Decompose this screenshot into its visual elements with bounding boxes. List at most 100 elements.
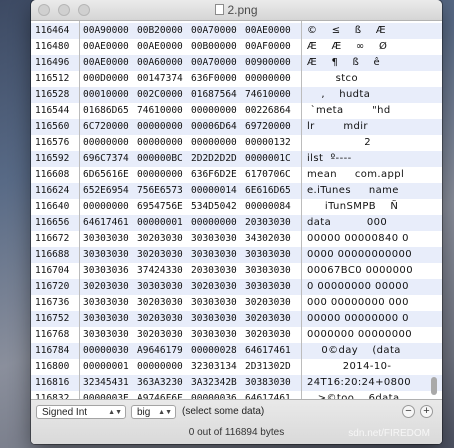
hex-word[interactable]: 00000000 bbox=[83, 135, 129, 151]
ascii-text[interactable]: 00067BC0 0000000 bbox=[307, 263, 423, 279]
hex-word[interactable]: 00000000 bbox=[137, 119, 183, 135]
hex-row[interactable]: 116672 30303030 30203030 30303030 34302030 00… bbox=[31, 231, 442, 247]
hex-row[interactable]: 116528 00010000 002C0000 01687564 74610000 ,… bbox=[31, 87, 442, 103]
ascii-text[interactable]: 0000 00000000000 bbox=[307, 247, 423, 263]
hex-row[interactable]: 116512 000D0000 00147374 636F0000 00000000 s… bbox=[31, 71, 442, 87]
hex-word[interactable]: 3A32342B bbox=[191, 375, 237, 391]
hex-word[interactable]: 00900000 bbox=[245, 55, 291, 71]
ascii-text[interactable]: 00000 00000000 0 bbox=[307, 311, 423, 327]
hex-word[interactable]: 652E6954 bbox=[83, 183, 129, 199]
hex-word[interactable]: 00000000 bbox=[137, 167, 183, 183]
hex-row[interactable]: 116608 6D65616E 00000000 636F6D2E 6170706C me… bbox=[31, 167, 442, 183]
ascii-text[interactable]: 000 00000000 000 bbox=[307, 295, 423, 311]
hex-word[interactable]: 00000001 bbox=[83, 359, 129, 375]
hex-word[interactable]: 00A70000 bbox=[191, 23, 237, 39]
hex-word[interactable]: 30203030 bbox=[245, 327, 291, 343]
hex-word[interactable]: 00000000 bbox=[191, 103, 237, 119]
hex-word[interactable]: 20303030 bbox=[191, 263, 237, 279]
hex-word[interactable]: A9646179 bbox=[137, 343, 183, 359]
hex-word[interactable]: 2D31302D bbox=[245, 359, 291, 375]
ascii-text[interactable]: lr mdir bbox=[307, 119, 423, 135]
hex-row[interactable]: 116640 00000000 6954756E 534D5042 00000084 i… bbox=[31, 199, 442, 215]
hex-word[interactable]: 002C0000 bbox=[137, 87, 183, 103]
hex-word[interactable]: 636F0000 bbox=[191, 71, 237, 87]
hex-word[interactable]: 00AE0000 bbox=[83, 55, 129, 71]
hex-word[interactable]: 74610000 bbox=[245, 87, 291, 103]
ascii-text[interactable]: 2014-10- bbox=[307, 359, 423, 375]
hex-word[interactable]: 6E616D65 bbox=[245, 183, 291, 199]
hex-word[interactable]: 00AE0000 bbox=[83, 39, 129, 55]
hex-row[interactable]: 116816 32345431 363A3230 3A32342B 30383030 24… bbox=[31, 375, 442, 391]
hex-word[interactable]: 0000001C bbox=[245, 151, 291, 167]
plus-button[interactable]: + bbox=[420, 405, 433, 418]
hex-word[interactable]: 696C7374 bbox=[83, 151, 129, 167]
hex-word[interactable]: 64617461 bbox=[245, 343, 291, 359]
hex-word[interactable]: 00000001 bbox=[137, 215, 183, 231]
hex-word[interactable]: 30203030 bbox=[245, 295, 291, 311]
ascii-text[interactable]: iTunSMPB Ñ bbox=[307, 199, 423, 215]
hex-word[interactable]: 00147374 bbox=[137, 71, 183, 87]
vertical-scrollbar[interactable] bbox=[430, 21, 439, 399]
ascii-text[interactable]: © ≤ ß Æ bbox=[307, 23, 423, 39]
ascii-text[interactable]: 2 bbox=[307, 135, 423, 151]
hex-word[interactable]: 30303036 bbox=[83, 263, 129, 279]
ascii-text[interactable]: `meta "hd bbox=[307, 103, 423, 119]
hex-row[interactable]: 116784 00000030 A9646179 00000028 64617461 0… bbox=[31, 343, 442, 359]
hex-word[interactable]: 30303030 bbox=[191, 247, 237, 263]
hex-row[interactable]: 116768 30303030 30203030 30303030 30203030 00… bbox=[31, 327, 442, 343]
hex-word[interactable]: 30303030 bbox=[83, 231, 129, 247]
ascii-text[interactable]: , hudta bbox=[307, 87, 423, 103]
hex-word[interactable]: 30303030 bbox=[83, 327, 129, 343]
hex-word[interactable]: 534D5042 bbox=[191, 199, 237, 215]
hex-word[interactable]: 01686D65 bbox=[83, 103, 129, 119]
ascii-text[interactable]: 0©day (data bbox=[307, 343, 423, 359]
hex-word[interactable]: 00000132 bbox=[245, 135, 291, 151]
hex-word[interactable]: 74610000 bbox=[137, 103, 183, 119]
hex-row[interactable]: 116736 30303030 30203030 30303030 30203030 00… bbox=[31, 295, 442, 311]
hex-row[interactable]: 116592 696C7374 000000BC 2D2D2D2D 0000001C il… bbox=[31, 151, 442, 167]
hex-word[interactable]: 00AF0000 bbox=[245, 39, 291, 55]
hex-word[interactable]: 00010000 bbox=[83, 87, 129, 103]
hex-row[interactable]: 116576 00000000 00000000 00000000 00000132 2 bbox=[31, 135, 442, 151]
hex-word[interactable]: 00AE0000 bbox=[245, 23, 291, 39]
hex-word[interactable]: 636F6D2E bbox=[191, 167, 237, 183]
hex-word[interactable]: 756E6573 bbox=[137, 183, 183, 199]
hex-word[interactable]: 30303030 bbox=[191, 295, 237, 311]
hex-word[interactable]: 363A3230 bbox=[137, 375, 183, 391]
hex-word[interactable]: 30203030 bbox=[137, 231, 183, 247]
hex-word[interactable]: 00000000 bbox=[191, 215, 237, 231]
ascii-text[interactable]: Æ ¶ ß ê bbox=[307, 55, 423, 71]
hex-word[interactable]: 00000084 bbox=[245, 199, 291, 215]
hex-word[interactable]: 30303030 bbox=[137, 279, 183, 295]
hex-word[interactable]: 00A90000 bbox=[83, 23, 129, 39]
minus-button[interactable]: − bbox=[402, 405, 415, 418]
hex-row[interactable]: 116688 30303030 30203030 30303030 30303030 00… bbox=[31, 247, 442, 263]
hex-word[interactable]: 00000014 bbox=[191, 183, 237, 199]
ascii-text[interactable]: 00000 00000840 0 bbox=[307, 231, 423, 247]
number-type-select[interactable]: Signed Int ▲▼ bbox=[36, 405, 126, 419]
hex-word[interactable]: 00000030 bbox=[83, 343, 129, 359]
hex-word[interactable]: 6954756E bbox=[137, 199, 183, 215]
hex-word[interactable]: 00A60000 bbox=[137, 55, 183, 71]
hex-row[interactable]: 116560 6C720000 00000000 00006D64 69720000 lr… bbox=[31, 119, 442, 135]
hex-word[interactable]: 30203030 bbox=[191, 279, 237, 295]
hex-word[interactable]: 6D65616E bbox=[83, 167, 129, 183]
endian-select[interactable]: big ▲▼ bbox=[131, 405, 176, 419]
hex-word[interactable]: 20303030 bbox=[245, 215, 291, 231]
hex-word[interactable]: 00000028 bbox=[191, 343, 237, 359]
hex-word[interactable]: 30303030 bbox=[191, 327, 237, 343]
hex-word[interactable]: 30203030 bbox=[83, 279, 129, 295]
hex-row[interactable]: 116496 00AE0000 00A60000 00A70000 00900000 Æ … bbox=[31, 55, 442, 71]
ascii-text[interactable]: 0 00000000 00000 bbox=[307, 279, 423, 295]
hex-word[interactable]: 30203030 bbox=[137, 311, 183, 327]
hex-word[interactable]: 00B00000 bbox=[191, 39, 237, 55]
ascii-text[interactable]: data 000 bbox=[307, 215, 423, 231]
hex-word[interactable]: 01687564 bbox=[191, 87, 237, 103]
hex-word[interactable]: 30203030 bbox=[137, 295, 183, 311]
hex-word[interactable]: 30303030 bbox=[245, 279, 291, 295]
hex-word[interactable]: 69720000 bbox=[245, 119, 291, 135]
hex-row[interactable]: 116800 00000001 00000000 32303134 2D31302D 2… bbox=[31, 359, 442, 375]
ascii-text[interactable]: Æ Æ ∞ Ø bbox=[307, 39, 423, 55]
ascii-text[interactable]: stco bbox=[307, 71, 423, 87]
hex-word[interactable]: 6170706C bbox=[245, 167, 291, 183]
